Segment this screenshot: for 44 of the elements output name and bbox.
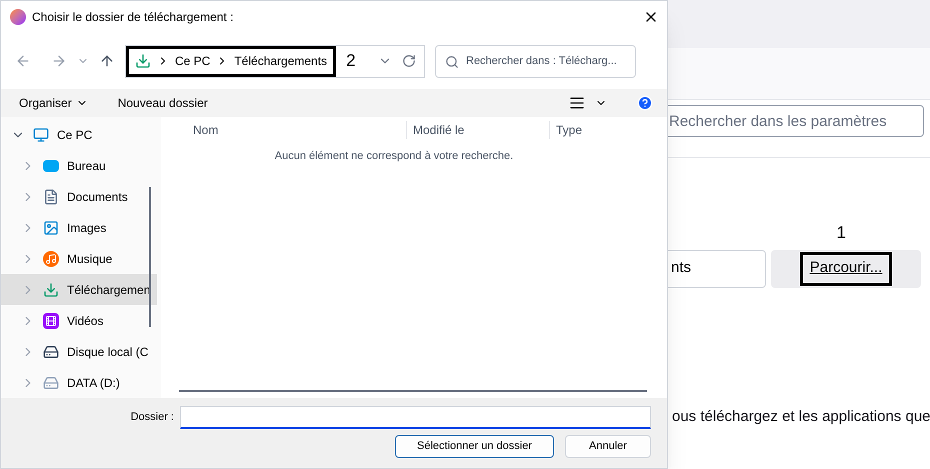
tree-item[interactable]: Images xyxy=(1,212,157,243)
column-header[interactable]: Modifié le xyxy=(406,121,549,139)
organize-button[interactable]: Organiser xyxy=(19,94,88,112)
tree-item[interactable]: DATA (D:) xyxy=(1,367,157,398)
music-icon xyxy=(43,250,59,266)
download-icon xyxy=(43,282,59,298)
address-bar[interactable]: Ce PC Téléchargements 2 xyxy=(125,44,425,78)
new-folder-button[interactable]: Nouveau dossier xyxy=(118,94,208,112)
tree-item[interactable]: Musique xyxy=(1,243,157,274)
tree-item[interactable]: Téléchargemen xyxy=(1,274,157,305)
document-icon xyxy=(43,188,59,204)
annotation-number: 1 xyxy=(836,222,846,244)
select-folder-button[interactable]: Sélectionner un dossier xyxy=(395,435,554,458)
monitor-icon xyxy=(33,126,49,142)
description-text: ous téléchargez et les applications que xyxy=(672,406,930,426)
folder-name-field[interactable] xyxy=(180,406,651,429)
tree-item[interactable]: Vidéos xyxy=(1,305,157,336)
tree-item[interactable]: Ce PC xyxy=(1,119,157,150)
download-icon xyxy=(135,53,151,69)
image-icon xyxy=(43,220,59,236)
browser-logo-icon xyxy=(10,9,26,25)
search-field[interactable]: Rechercher dans : Télécharg... xyxy=(435,44,636,78)
breadcrumb-item[interactable]: Téléchargements xyxy=(234,52,328,70)
tree-item[interactable]: Disque local (C xyxy=(1,336,157,367)
scrollbar[interactable] xyxy=(149,187,151,327)
column-header[interactable]: Type xyxy=(549,121,582,139)
drive-icon xyxy=(43,374,59,390)
desktop-icon xyxy=(43,160,59,172)
refresh-icon[interactable] xyxy=(402,54,416,68)
cancel-button[interactable]: Annuler xyxy=(565,435,651,458)
tree-item[interactable]: Bureau xyxy=(1,150,157,181)
video-icon xyxy=(43,312,59,328)
drive-icon xyxy=(43,344,59,360)
annotation-number: 2 xyxy=(346,50,356,72)
column-header[interactable]: Nom xyxy=(161,121,406,139)
search-icon xyxy=(445,54,459,68)
breadcrumb-item[interactable]: Ce PC xyxy=(175,52,210,70)
view-menu-icon[interactable] xyxy=(569,95,585,111)
help-icon[interactable] xyxy=(637,95,653,111)
window-title: Choisir le dossier de téléchargement : xyxy=(32,9,234,26)
folder-label: Dossier : xyxy=(130,410,174,426)
browse-button[interactable]: Parcourir... xyxy=(800,252,892,286)
tree-item[interactable]: Documents xyxy=(1,181,157,212)
empty-message: Aucun élément ne correspond à votre recherche. xyxy=(274,149,514,164)
